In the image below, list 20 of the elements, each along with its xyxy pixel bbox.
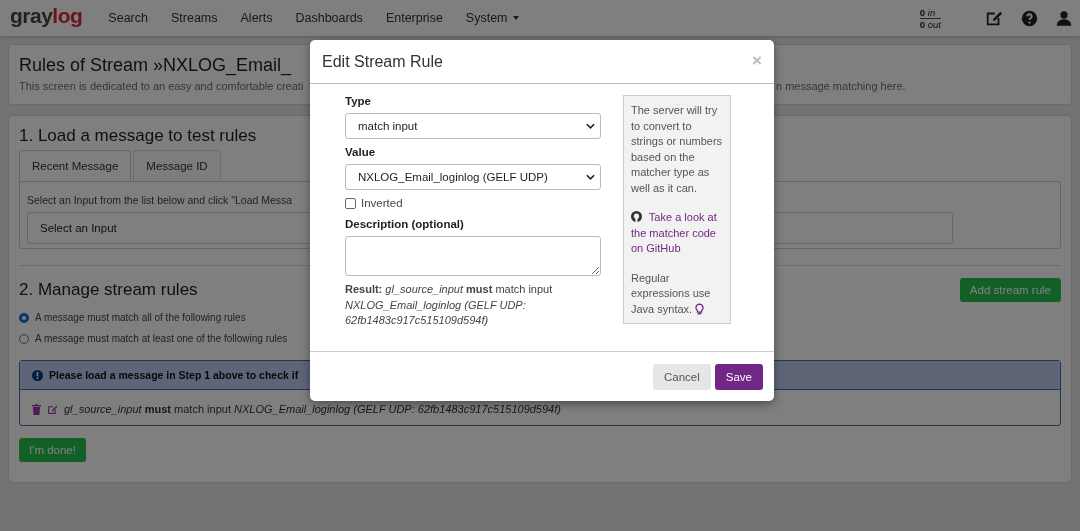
- throughput-out: 0 out: [919, 17, 941, 30]
- help-text: The server will try to convert to strings or numbers based on the matcher type as well as it can.: [631, 103, 723, 196]
- radio-label: A message must match all of the following rules: [35, 312, 246, 323]
- checkbox-label: Inverted: [361, 197, 403, 209]
- instruction-text: Select an Input from the list below and click "Load Messa: [27, 194, 293, 206]
- page-description: This screen is dedicated to an easy and comfortable creati: [19, 80, 305, 92]
- info-message: Please load a message in Step 1 above to check if: [49, 369, 299, 381]
- field-label: Value: [345, 146, 377, 158]
- field-label: Description (optional): [345, 218, 465, 230]
- section-heading: 2. Manage stream rules: [19, 280, 198, 300]
- radio-label: A message must match at least one of the following rules: [35, 333, 288, 344]
- section-heading: 1. Load a message to test rules: [19, 126, 257, 146]
- result-text: Result: gl_source_input must match input NXLOG_Email_loginlog (GELF UDP: 62fb1483c917c515109d594f): [345, 282, 554, 328]
- help-text: Regular expressions use Java syntax.: [631, 270, 712, 317]
- rule-text: gl_source_input must match input NXLOG_Email_loginlog (GELF UDP: 62fb1483c917c515109d594f): [64, 403, 561, 415]
- page-description: n message matching here.: [776, 80, 907, 92]
- page-title: Rules of Stream »NXLOG_Email_: [19, 55, 292, 76]
- modal-title: Edit Stream Rule: [322, 53, 443, 71]
- throughput-in: 0 in: [919, 6, 937, 18]
- field-label: Type: [345, 95, 372, 107]
